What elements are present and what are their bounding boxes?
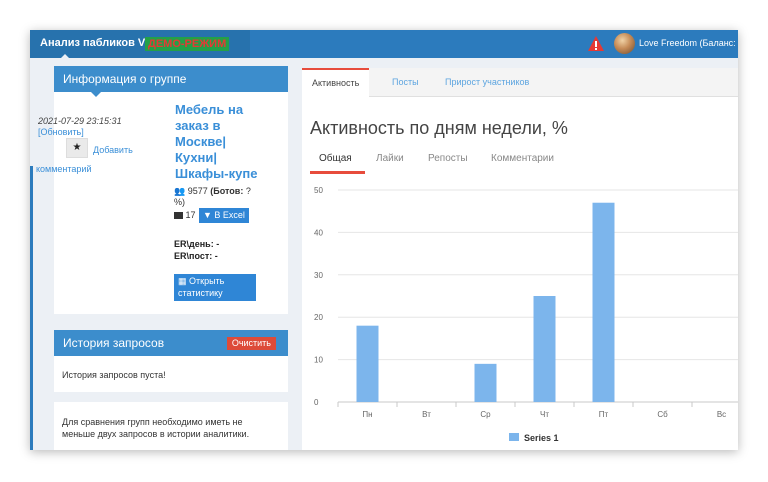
x-tick-label: Вт (422, 410, 431, 419)
y-tick-label: 10 (314, 356, 323, 365)
open-stats-button[interactable]: ▦ Открыть статистику (174, 274, 256, 301)
er-day: ER\день: - (174, 239, 220, 249)
history-title-text: История запросов (63, 336, 165, 350)
brand-caret (60, 54, 70, 59)
x-tick-label: Ср (480, 410, 491, 419)
bar-Пн (356, 325, 379, 402)
bots-label: (Ботов: (210, 186, 244, 196)
legend-label: Series 1 (524, 433, 559, 443)
group-info-title: Информация о группе (54, 66, 288, 92)
warning-icon[interactable] (587, 35, 605, 52)
chart-heading: Активность по дням недели, % (310, 118, 568, 138)
y-tick-label: 30 (314, 271, 323, 280)
x-tick-label: Чт (540, 410, 549, 419)
clear-history-button[interactable]: Очистить (226, 337, 276, 350)
query-date: 2021-07-29 23:15:31 (38, 116, 122, 126)
tab-member-growth[interactable]: Прирост участников (445, 68, 529, 96)
activity-chart: 0 10 20 30 40 50 Пн Вт Ср Чт Пт Сб Вс Series 1 (314, 186, 738, 443)
posts-info: 17 (174, 210, 196, 220)
main-tabs: Активность Посты Прирост участников (302, 68, 738, 97)
er-post: ER\пост: - (174, 251, 218, 261)
vk-icon: ▼ (203, 210, 215, 220)
export-excel-label: В Excel (214, 210, 245, 220)
add-comment-link-cont[interactable]: комментарий (36, 164, 91, 174)
bar-chart-icon: ▦ (178, 276, 190, 286)
user-avatar[interactable] (614, 33, 635, 54)
group-name-link[interactable]: Мебель на заказ в Москве| Кухни| Шкафы-к… (175, 102, 265, 182)
bots-close: %) (174, 197, 185, 207)
sidebar-edge (30, 58, 35, 450)
posts-count: 17 (185, 210, 196, 220)
top-navbar: Анализ пабликов VK ДЕМО-РЕЖИМ Love Freed… (30, 30, 738, 59)
tab-activity[interactable]: Активность (302, 68, 370, 97)
history-empty-text: История запросов пуста! (62, 370, 166, 380)
users-icon: 👥 (174, 186, 186, 196)
x-tick-label: Пт (599, 410, 609, 419)
subtab-comments[interactable]: Комментарии (491, 153, 554, 164)
y-tick-label: 50 (314, 186, 323, 195)
brand-area[interactable]: Анализ пабликов VK ДЕМО-РЕЖИМ (30, 30, 250, 59)
bar-Чт (533, 296, 556, 402)
subtab-likes[interactable]: Лайки (376, 153, 404, 164)
bar-Ср (474, 363, 497, 402)
star-icon[interactable]: ★ (66, 138, 88, 158)
refresh-link[interactable]: [Обновить] (38, 127, 84, 137)
x-tick-label: Вс (717, 410, 726, 419)
app-title: Анализ пабликов VK (40, 37, 154, 49)
history-panel: История запросов Очистить История запрос… (54, 330, 288, 392)
subtab-reposts[interactable]: Репосты (428, 153, 468, 164)
x-tick-label: Сб (657, 410, 668, 419)
demo-mode-badge: ДЕМО-РЕЖИМ (145, 37, 230, 51)
y-tick-label: 0 (314, 398, 319, 407)
bots-value: ? (245, 186, 251, 196)
compare-text: Для сравнения групп необходимо иметь не … (62, 417, 250, 439)
compare-panel: Для сравнения групп необходимо иметь не … (54, 402, 288, 450)
members-info: 👥 9577 (Ботов: ? %) (174, 186, 258, 208)
y-tick-label: 40 (314, 228, 323, 237)
legend-swatch (509, 433, 519, 441)
tab-posts[interactable]: Посты (392, 68, 419, 96)
posts-icon (174, 212, 183, 220)
export-excel-button[interactable]: ▼ В Excel (199, 208, 249, 223)
y-tick-label: 20 (314, 313, 323, 322)
add-comment-link[interactable]: Добавить (93, 145, 133, 155)
history-title: История запросов Очистить (54, 330, 288, 356)
members-count: 9577 (187, 186, 208, 196)
x-tick-label: Пн (362, 410, 372, 419)
user-menu[interactable]: Love Freedom (Баланс: ( (639, 38, 738, 48)
bar-Пт (592, 202, 615, 402)
subtab-general[interactable]: Общая (319, 153, 352, 164)
